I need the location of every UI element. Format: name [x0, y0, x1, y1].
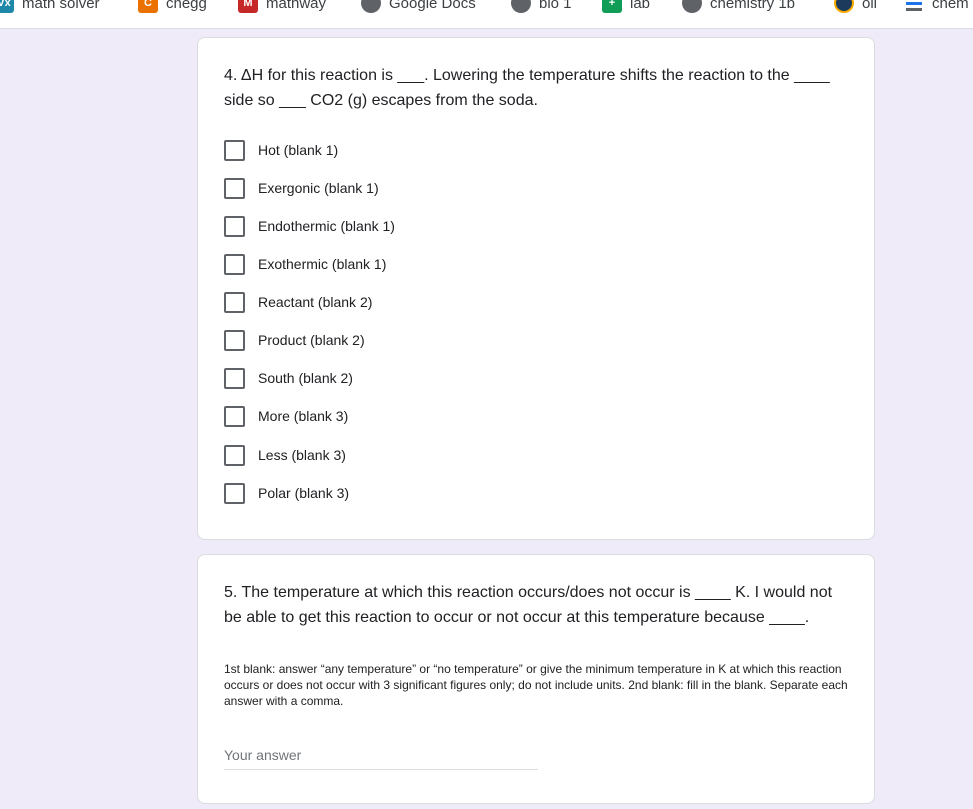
checkbox[interactable]: [224, 215, 245, 237]
option-exothermic[interactable]: Exothermic (blank 1): [224, 252, 386, 276]
checkbox[interactable]: [224, 444, 245, 466]
option-polar[interactable]: Polar (blank 3): [224, 481, 349, 505]
bookmark-label: Google Docs: [389, 0, 476, 12]
option-label: South (blank 2): [258, 370, 353, 386]
bookmark-bio-1[interactable]: bio 1: [511, 0, 572, 14]
option-exergonic[interactable]: Exergonic (blank 1): [224, 176, 379, 200]
bookmark-mathway[interactable]: M mathway: [238, 0, 326, 14]
bookmark-label: lab: [630, 0, 651, 12]
globe-icon: [682, 0, 702, 13]
checkbox[interactable]: [224, 405, 245, 427]
bookmark-label: chemistry 1b: [710, 0, 796, 12]
option-south[interactable]: South (blank 2): [224, 366, 353, 390]
option-label: Less (blank 3): [258, 447, 346, 463]
bookmark-label: oli: [862, 0, 878, 12]
mathway-icon: M: [238, 0, 258, 13]
bookmark-chem[interactable]: chem: [904, 0, 969, 14]
option-label: More (blank 3): [258, 408, 349, 424]
bookmark-label: chem: [932, 0, 969, 12]
checkbox[interactable]: [224, 329, 245, 351]
bookmark-oli[interactable]: oli: [834, 0, 877, 14]
checkbox[interactable]: [224, 482, 245, 504]
question-card-5: 5. The temperature at which this reactio…: [197, 554, 875, 804]
option-reactant[interactable]: Reactant (blank 2): [224, 290, 372, 314]
question-title: 4. ΔH for this reaction is ___. Lowering…: [224, 67, 830, 109]
option-hot[interactable]: Hot (blank 1): [224, 138, 338, 162]
option-product[interactable]: Product (blank 2): [224, 328, 365, 352]
option-label: Exergonic (blank 1): [258, 180, 379, 196]
option-label: Polar (blank 3): [258, 485, 350, 501]
bookmark-chemistry-1b[interactable]: chemistry 1b: [682, 0, 795, 14]
option-more[interactable]: More (blank 3): [224, 404, 348, 428]
oli-icon: [834, 0, 854, 13]
option-label: Reactant (blank 2): [258, 294, 373, 310]
checkbox[interactable]: [224, 177, 245, 199]
option-less[interactable]: Less (blank 3): [224, 443, 346, 467]
question-title: 5. The temperature at which this reactio…: [224, 584, 833, 626]
checkbox[interactable]: [224, 139, 245, 161]
globe-icon: [511, 0, 531, 13]
checkbox[interactable]: [224, 367, 245, 389]
question-description: 1st blank: answer “any temperature” or “…: [224, 662, 848, 708]
globe-icon: [361, 0, 381, 13]
bookmark-chegg[interactable]: C chegg: [138, 0, 207, 14]
answer-input[interactable]: [224, 741, 538, 770]
bookmarks-bar: Vx math solver C chegg M mathway Google …: [0, 0, 973, 29]
vx-icon: Vx: [0, 0, 14, 13]
bookmark-label: bio 1: [539, 0, 572, 12]
option-label: Product (blank 2): [258, 332, 365, 348]
google-sheets-icon: +: [602, 0, 622, 13]
option-endothermic[interactable]: Endothermic (blank 1): [224, 214, 395, 238]
bookmark-label: math solver: [22, 0, 100, 12]
option-label: Hot (blank 1): [258, 142, 339, 158]
bookmark-lab[interactable]: + lab: [602, 0, 650, 14]
bookmark-math-solver[interactable]: Vx math solver: [0, 0, 100, 14]
chegg-icon: C: [138, 0, 158, 13]
option-label: Exothermic (blank 1): [258, 256, 387, 272]
stack-icon: [904, 0, 924, 13]
option-label: Endothermic (blank 1): [258, 218, 395, 234]
bookmark-label: mathway: [266, 0, 327, 12]
checkbox[interactable]: [224, 253, 245, 275]
bookmark-label: chegg: [166, 0, 207, 12]
checkbox[interactable]: [224, 291, 245, 313]
bookmark-google-docs[interactable]: Google Docs: [361, 0, 476, 14]
question-card-4: 4. ΔH for this reaction is ___. Lowering…: [197, 37, 875, 540]
